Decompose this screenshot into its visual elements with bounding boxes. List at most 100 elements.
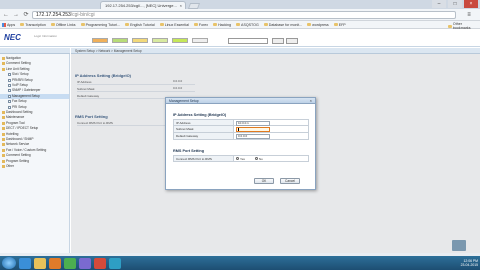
- logo-subtitle: Logic Information: [34, 34, 58, 38]
- bookmark-label: Linux Essential: [164, 22, 189, 27]
- tree-item[interactable]: VoIP Setup: [0, 83, 69, 88]
- bookmark-item[interactable]: Linux Essential: [159, 22, 189, 27]
- close-icon[interactable]: ×: [310, 98, 312, 104]
- folder-icon: [2, 127, 5, 131]
- app6-icon[interactable]: [94, 257, 106, 269]
- tree-item[interactable]: Program Setting: [0, 159, 69, 164]
- tree-item[interactable]: PRI Setup: [0, 105, 69, 110]
- app5-icon[interactable]: [79, 257, 91, 269]
- chrome-icon[interactable]: [64, 257, 76, 269]
- bookmark-label: Database for monit...: [268, 22, 303, 27]
- reload-icon[interactable]: ⟳: [22, 11, 30, 19]
- header-select[interactable]: [228, 38, 268, 44]
- bookmark-item[interactable]: Offline Links: [50, 23, 76, 27]
- mode-button[interactable]: [92, 38, 108, 43]
- clock[interactable]: 12:06 PM 23-04-2015: [461, 259, 478, 267]
- tree-item-label: Program Tool: [6, 120, 25, 125]
- mode-button[interactable]: [172, 38, 188, 43]
- browser-tab[interactable]: 192.17.254.253/cgi/..., [NEC] Univerge..…: [100, 1, 186, 9]
- ie-icon[interactable]: [19, 257, 31, 269]
- bookmark-item[interactable]: Hacking: [213, 23, 231, 27]
- back-icon[interactable]: ←: [2, 11, 10, 19]
- subnet-mask-input[interactable]: [236, 127, 270, 132]
- bookmark-item[interactable]: Apps: [2, 22, 15, 27]
- tree-item[interactable]: Slot / Setup: [0, 72, 69, 77]
- address-bar[interactable]: 172.17.254.253/cgi-bin/cgi: [32, 11, 456, 19]
- folder-icon: [2, 132, 5, 136]
- folder-icon: [193, 23, 198, 26]
- cancel-button[interactable]: Cancel: [280, 178, 300, 184]
- folder-icon: [20, 23, 25, 26]
- folder-icon: [125, 23, 130, 26]
- folder-icon: [80, 23, 85, 26]
- tree-item[interactable]: Line Unit Setting: [0, 67, 69, 72]
- bookmark-label: Forex: [198, 22, 209, 27]
- tree-item[interactable]: Dashboard / SNMP: [0, 137, 69, 142]
- tree-item-label: PRI Setup: [12, 104, 27, 109]
- tree-item-label: Management Setup: [12, 93, 40, 98]
- radio-unselected-icon: [254, 157, 258, 160]
- ok-button[interactable]: OK: [254, 178, 274, 184]
- tree-item[interactable]: Other: [0, 164, 69, 169]
- mode-button[interactable]: [132, 38, 148, 43]
- dialog-rms-label: Connect RMS Port to RMS: [174, 156, 234, 161]
- ip-address-input[interactable]: 10.0.0.1: [236, 121, 270, 126]
- tree-item[interactable]: DECT / IPDECT Setup: [0, 126, 69, 131]
- app7-icon[interactable]: [109, 257, 121, 269]
- dialog-title: Management Setup: [166, 98, 315, 104]
- tree-item[interactable]: Fax / Voice / Custom Setting: [0, 148, 69, 153]
- bookmark-item[interactable]: EFP: [333, 23, 346, 27]
- close-window-button[interactable]: ×: [464, 0, 478, 8]
- explorer-icon[interactable]: [34, 257, 46, 269]
- header-button[interactable]: [286, 38, 298, 44]
- management-setup-dialog: Management Setup × IP Address Setting (B…: [165, 97, 316, 190]
- tree-item[interactable]: Network Service: [0, 142, 69, 147]
- rms-yes-radio[interactable]: Yes: [236, 157, 245, 161]
- forward-icon[interactable]: →: [12, 11, 20, 19]
- tree-item[interactable]: Maintenance: [0, 115, 69, 120]
- mode-button[interactable]: [152, 38, 168, 43]
- tree-item[interactable]: SNMP / Gatekeeper: [0, 88, 69, 93]
- folder-icon: [2, 121, 5, 125]
- tree-item-label: Comment Setting: [6, 153, 31, 158]
- sidebar-header: [0, 48, 70, 54]
- dialog-gateway-row: Default Gateway 0.0.0.0: [173, 133, 309, 140]
- bookmark-item[interactable]: Transcription: [20, 23, 46, 27]
- maximize-button[interactable]: □: [448, 0, 462, 8]
- tree-item-label: DECT / IPDECT Setup: [6, 126, 39, 131]
- bookmark-item[interactable]: Programming Tutori...: [80, 23, 120, 27]
- tree-item[interactable]: Fax Setup: [0, 99, 69, 104]
- folder-icon: [2, 111, 5, 114]
- dialog-ip-row: IP Address 10.0.0.1: [173, 119, 309, 126]
- tree-item[interactable]: Hotelling: [0, 132, 69, 137]
- folder-icon: [236, 23, 241, 26]
- minimize-button[interactable]: –: [432, 0, 446, 8]
- apps-icon: [2, 22, 6, 27]
- page-icon: [8, 78, 11, 82]
- header-button[interactable]: [272, 38, 284, 44]
- bookmark-item[interactable]: Forex: [193, 22, 209, 27]
- tree-item[interactable]: Management Setup: [0, 93, 69, 99]
- tree-item[interactable]: Program Tool: [0, 121, 69, 126]
- start-button[interactable]: [2, 257, 16, 269]
- rms-no-radio[interactable]: No: [254, 157, 263, 161]
- tree-item[interactable]: Comment Setting: [0, 61, 69, 66]
- folder-icon: [2, 154, 5, 158]
- bookmark-item[interactable]: Database for monit...: [263, 22, 303, 27]
- tree-item[interactable]: Dashboard Setting: [0, 110, 69, 115]
- mode-button[interactable]: [112, 38, 128, 43]
- folder-icon: [159, 23, 164, 26]
- tree-item[interactable]: Navigation: [0, 56, 69, 61]
- bookmark-item[interactable]: English Tutorial: [125, 23, 155, 27]
- tree-item[interactable]: Comment Setting: [0, 153, 69, 158]
- media-icon[interactable]: [49, 257, 61, 269]
- bookmark-label: Transcription: [25, 22, 46, 27]
- bookmark-item[interactable]: ASQSTOG: [236, 23, 259, 27]
- menu-icon[interactable]: ≡: [464, 11, 474, 19]
- tree-item[interactable]: PRI/BRI Setup: [0, 78, 69, 83]
- tab-close-icon[interactable]: ×: [180, 3, 182, 8]
- bookmark-item[interactable]: wordpress: [307, 23, 329, 27]
- default-gateway-input[interactable]: 0.0.0.0: [236, 134, 270, 139]
- mode-button[interactable]: [192, 38, 208, 43]
- dialog-ip-label: IP Address: [174, 120, 234, 125]
